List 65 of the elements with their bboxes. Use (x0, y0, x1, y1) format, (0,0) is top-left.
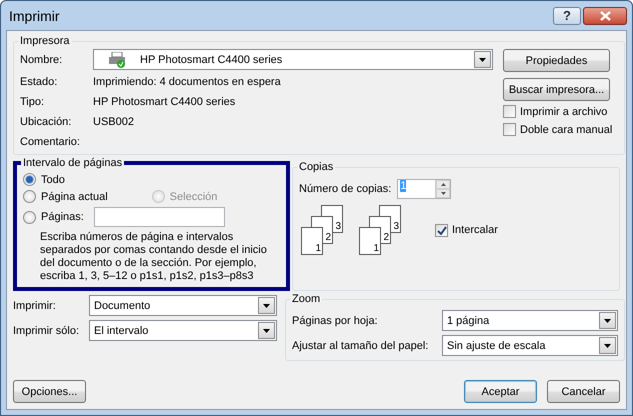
caret-icon (263, 304, 270, 308)
page-sheet: 1 (359, 227, 381, 255)
window-title: Imprimir (9, 8, 60, 24)
checkbox[interactable] (503, 105, 516, 118)
close-icon (600, 10, 610, 20)
checkbox[interactable] (435, 224, 448, 236)
help-button[interactable]: ? (553, 6, 581, 24)
caret-icon (479, 58, 486, 62)
field-label: Número de copias: (299, 183, 392, 195)
dropdown[interactable]: Sin ajuste de escala (442, 335, 618, 356)
caret-icon (440, 192, 446, 195)
caret-icon (263, 328, 270, 332)
field-label: Estado: (20, 76, 58, 88)
printer-dropdown[interactable]: HP Photosmart C4400 series (93, 49, 493, 70)
radio-option[interactable]: Todo (23, 173, 280, 186)
dropdown[interactable]: Documento (89, 295, 277, 316)
close-button[interactable] (583, 6, 627, 24)
group-title: Impresora (19, 35, 71, 47)
dropdown-button[interactable] (599, 312, 616, 329)
dialog-button[interactable]: Cancelar (547, 380, 620, 403)
field-value: HP Photosmart C4400 series (93, 96, 236, 108)
field-label: Nombre: (20, 54, 64, 66)
dropdown-button[interactable] (474, 51, 491, 68)
radio-button[interactable] (23, 190, 36, 203)
dropdown[interactable]: El intervalo (89, 320, 277, 341)
group-title: Intervalo de páginas (22, 157, 124, 169)
field-label: Comentario: (20, 136, 81, 148)
pages-input[interactable] (94, 207, 225, 227)
field-value: Imprimiendo: 4 documentos en espera (93, 76, 281, 88)
page-sheet: 1 (301, 227, 323, 255)
dialog-button[interactable]: Propiedades (503, 49, 610, 72)
printer-icon (108, 52, 126, 68)
checkmark-icon (436, 226, 446, 234)
collate-checkbox[interactable]: Intercalar (435, 224, 498, 236)
spinner-value: 1 (400, 180, 406, 192)
checkbox-option[interactable]: Doble cara manual (503, 123, 612, 136)
field-label: Imprimir: (13, 300, 57, 312)
field-value: USB002 (93, 116, 134, 128)
field-label: Imprimir sólo: (13, 324, 80, 336)
hint-text: Escriba números de página e intervalos separados por comas contando desde el inicio del documento o de la sección. Por ejemplo, escriba 1, 3, 5–12 o p1s1, p1s2, p1s3–p8s3 (40, 231, 268, 283)
radio-button[interactable] (23, 173, 36, 186)
checkbox[interactable] (503, 123, 516, 136)
dropdown-button[interactable] (258, 322, 275, 339)
caret-icon (604, 344, 611, 348)
group-title: Copias (298, 161, 334, 173)
dialog-button[interactable]: Aceptar (464, 380, 537, 403)
field-label: Ubicación: (20, 116, 72, 128)
field-label: Tipo: (20, 96, 46, 108)
dropdown-button[interactable] (258, 297, 275, 314)
caret-icon (440, 183, 446, 186)
group-title: Zoom (291, 293, 322, 305)
spin-up-button[interactable] (436, 180, 450, 189)
printer-name: HP Photosmart C4400 series (140, 54, 282, 66)
radio-button[interactable] (23, 210, 36, 224)
dialog-button[interactable]: Buscar impresora... (503, 78, 610, 101)
radio-option[interactable]: Páginas: (23, 210, 84, 224)
caret-icon (604, 318, 611, 322)
spin-down-button[interactable] (436, 189, 450, 198)
dropdown[interactable]: 1 página (442, 310, 618, 331)
checkbox-option[interactable]: Imprimir a archivo (503, 105, 608, 118)
radio-option[interactable]: Página actual (23, 190, 108, 203)
dropdown-button[interactable] (599, 337, 616, 354)
field-label: Ajustar al tamaño del papel: (292, 340, 430, 352)
options-button[interactable]: Opciones... (13, 380, 86, 403)
field-label: Páginas por hoja: (292, 314, 379, 326)
